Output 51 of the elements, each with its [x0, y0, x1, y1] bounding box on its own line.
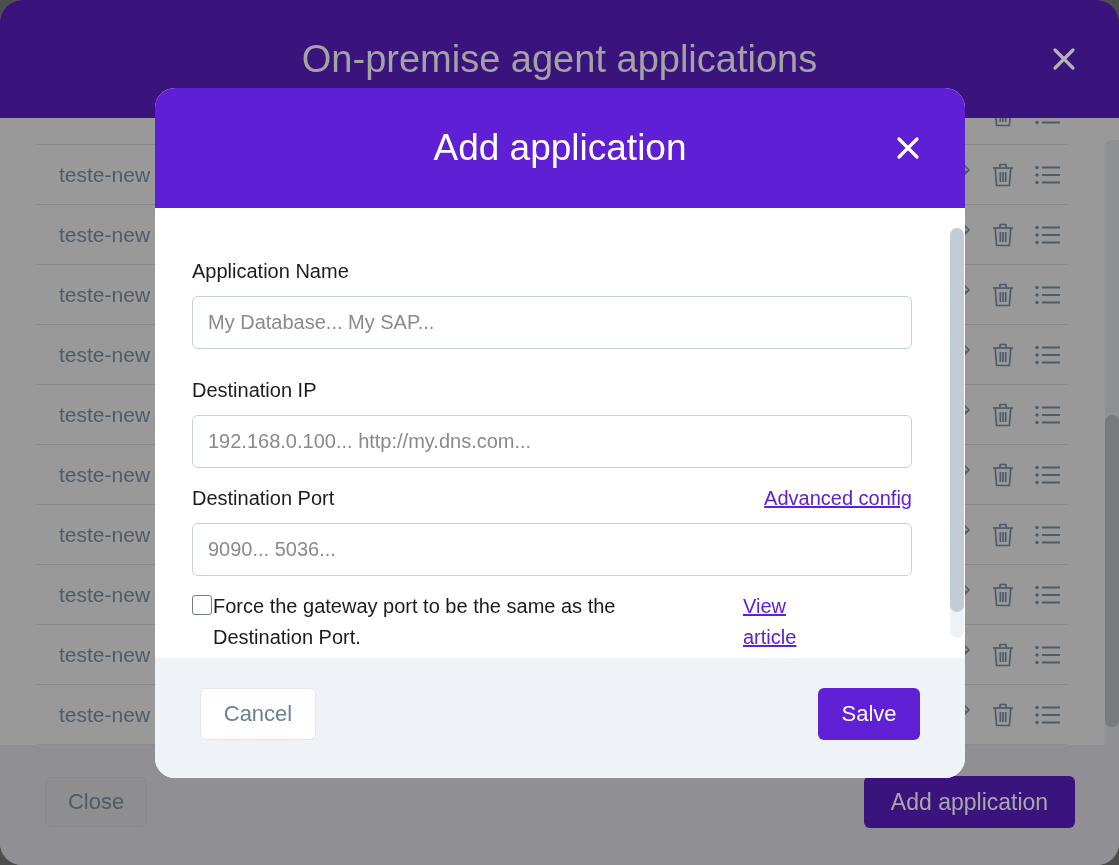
application-name: teste-new — [59, 702, 151, 727]
window-title: On-premise agent applications — [301, 37, 818, 81]
trash-icon[interactable] — [992, 342, 1014, 367]
list-icon[interactable] — [1035, 464, 1060, 485]
trash-icon[interactable] — [992, 222, 1014, 247]
list-icon[interactable] — [1035, 224, 1060, 245]
field-label: Application Name — [192, 259, 349, 284]
list-icon[interactable] — [1035, 344, 1060, 365]
trash-icon[interactable] — [992, 582, 1014, 607]
field-label: Destination Port — [192, 486, 335, 511]
trash-icon[interactable] — [992, 282, 1014, 307]
close-icon — [1052, 47, 1076, 71]
application-name: teste-new — [59, 342, 151, 367]
article-link[interactable]: View article — [743, 591, 797, 653]
close-icon — [896, 136, 920, 160]
list-icon[interactable] — [1035, 164, 1060, 185]
save-button[interactable]: Salve — [818, 688, 920, 740]
trash-icon[interactable] — [992, 402, 1014, 427]
list-icon[interactable] — [1035, 284, 1060, 305]
trash-icon[interactable] — [992, 162, 1014, 187]
list-icon[interactable] — [1035, 524, 1060, 545]
list-icon[interactable] — [1035, 404, 1060, 425]
list-icon[interactable] — [1035, 584, 1060, 605]
application-name: teste-new — [59, 282, 151, 307]
list-icon[interactable] — [1035, 644, 1060, 665]
list-icon[interactable] — [1035, 704, 1060, 725]
application-name: teste-new — [59, 402, 151, 427]
application-name: teste-new — [59, 462, 151, 487]
application-name: teste-new — [59, 522, 151, 547]
trash-icon[interactable] — [992, 702, 1014, 727]
close-button[interactable] — [1052, 47, 1076, 71]
trash-icon[interactable] — [992, 118, 1014, 127]
list-icon[interactable] — [1035, 118, 1060, 125]
checkbox[interactable] — [192, 595, 212, 615]
application-name: teste-new — [59, 162, 151, 187]
dialog-title: Add application — [433, 127, 687, 169]
scrollbar-thumb[interactable] — [1105, 415, 1119, 727]
application-name: teste-new — [59, 222, 151, 247]
input-field[interactable]: My Database... My SAP... — [192, 296, 912, 349]
checkbox-label: Force the gateway port to be the same as the Destination Port. — [213, 594, 617, 650]
cancel-button[interactable]: Cancel — [200, 688, 316, 740]
application-name: teste-new — [59, 642, 151, 667]
add-application-button[interactable]: Add application — [864, 776, 1075, 828]
field-label: Destination IP — [192, 378, 317, 403]
application-name: teste-new — [59, 582, 151, 607]
trash-icon[interactable] — [992, 522, 1014, 547]
advanced-config-link[interactable]: Advanced config — [764, 485, 912, 511]
input-field[interactable]: 9090... 5036... — [192, 523, 912, 576]
trash-icon[interactable] — [992, 642, 1014, 667]
input-field[interactable]: 192.168.0.100... http://my.dns.com... — [192, 415, 912, 468]
trash-icon[interactable] — [992, 462, 1014, 487]
